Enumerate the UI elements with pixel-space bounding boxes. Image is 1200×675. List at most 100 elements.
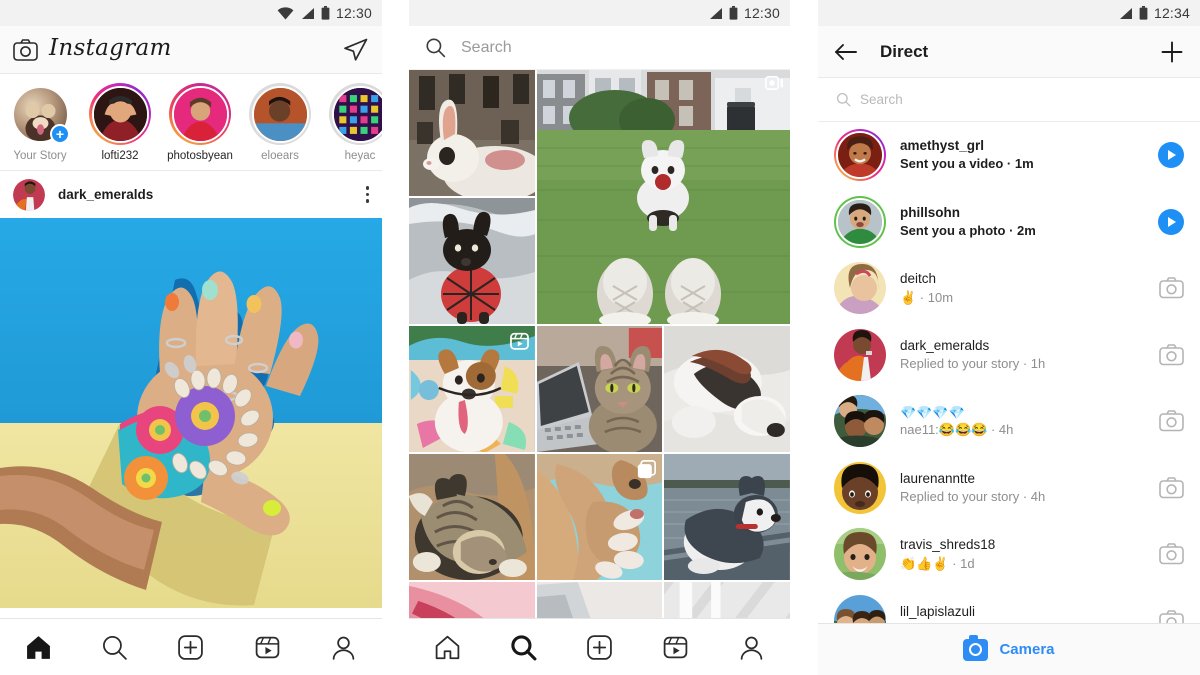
dm-username: deitch: [900, 271, 937, 287]
camera-icon[interactable]: [13, 38, 38, 61]
search-icon: [426, 38, 446, 58]
grid-tile-dog-in-snow[interactable]: [409, 198, 535, 324]
reels-icon[interactable]: [662, 634, 689, 661]
home-icon[interactable]: [434, 634, 461, 661]
dm-search-bar[interactable]: Search: [818, 78, 1200, 122]
camera-button[interactable]: [1159, 277, 1184, 299]
post-username[interactable]: dark_emeralds: [58, 187, 153, 202]
battery-icon: [1139, 6, 1148, 20]
dm-username: lil_lapislazuli: [900, 603, 976, 619]
grid-tile-dog-on-mural[interactable]: [409, 326, 535, 452]
profile-icon[interactable]: [738, 634, 765, 661]
reels-overlay-icon: [509, 332, 529, 355]
avatar-wrap[interactable]: [834, 328, 886, 381]
avatar-wrap[interactable]: [834, 461, 886, 514]
dm-search-input[interactable]: Search: [860, 92, 903, 107]
dm-time: 10m: [927, 289, 954, 305]
story-item[interactable]: + Your Story: [0, 83, 80, 162]
avatar: [251, 85, 309, 143]
dm-preview-text: Replied to your story: [900, 355, 1020, 371]
dm-thread-row[interactable]: dark_emeralds Replied to your story · 1h: [818, 322, 1200, 389]
reels-icon[interactable]: [254, 634, 281, 661]
dm-time: 2m: [1017, 222, 1036, 238]
search-bar[interactable]: Search: [409, 26, 790, 70]
story-label: eloears: [261, 150, 299, 162]
avatar-wrap[interactable]: [834, 262, 886, 315]
bottom-nav-feed[interactable]: [0, 618, 382, 675]
bottom-nav-search[interactable]: [409, 618, 790, 675]
avatar-wrap[interactable]: [834, 395, 886, 448]
story-item[interactable]: eloears: [240, 83, 320, 162]
dm-thread-row[interactable]: laurenanntte Replied to your story · 4h: [818, 455, 1200, 522]
camera-button[interactable]: [1159, 410, 1184, 432]
grid-tile-rabbit-photo[interactable]: [409, 70, 535, 196]
dm-thread-row[interactable]: amethyst_grl Sent you a video · 1m: [818, 122, 1200, 189]
explore-grid-top[interactable]: [409, 70, 790, 324]
avatar: [171, 85, 229, 143]
instagram-wordmark: Instagram: [49, 35, 172, 61]
search-icon[interactable]: [101, 634, 128, 661]
camera-button[interactable]: [1159, 343, 1184, 366]
grid-tile-dog-on-blue-blanket[interactable]: [536, 454, 663, 580]
grid-tile-cat-with-laptop[interactable]: [536, 326, 663, 452]
camera-button[interactable]: [1159, 543, 1184, 565]
story-item[interactable]: heyac: [320, 83, 382, 162]
story-ring[interactable]: [834, 195, 886, 248]
new-message-icon[interactable]: [1160, 40, 1184, 64]
page-title: Direct: [880, 41, 929, 61]
grid-tile-dog-on-white-bed[interactable]: [664, 326, 790, 452]
dm-time: 1h: [1030, 355, 1046, 371]
dm-preview: 👏👍✌️ · 1d: [900, 555, 1145, 573]
post-avatar[interactable]: [13, 178, 45, 211]
dm-dot: ·: [916, 289, 928, 305]
status-bar-direct: 12:34: [818, 0, 1200, 26]
back-arrow-icon[interactable]: [834, 42, 858, 62]
add-post-icon[interactable]: [177, 634, 204, 661]
search-input[interactable]: Search: [461, 39, 512, 57]
play-button[interactable]: [1158, 208, 1184, 235]
post-image[interactable]: [0, 218, 382, 608]
more-options-icon[interactable]: [365, 186, 369, 203]
avatar-wrap[interactable]: [834, 528, 886, 581]
story-item[interactable]: lofti232: [80, 83, 160, 162]
home-icon[interactable]: [25, 634, 52, 661]
dm-preview: Replied to your story · 4h: [900, 488, 1145, 506]
camera-button[interactable]: [1159, 476, 1184, 499]
story-ring: +: [9, 83, 71, 145]
play-button[interactable]: [1158, 142, 1184, 169]
dm-text-block: phillsohn Sent you a photo · 2m: [900, 204, 1144, 240]
dm-text-block: deitch ✌️ · 10m: [900, 270, 1145, 306]
dm-text-block: dark_emeralds Replied to your story · 1h: [900, 337, 1145, 373]
story-ring[interactable]: [834, 129, 886, 182]
profile-icon[interactable]: [330, 634, 357, 661]
dm-time: 4h: [1030, 488, 1046, 504]
dm-text-block: amethyst_grl Sent you a video · 1m: [900, 137, 1144, 173]
dm-time: 1d: [960, 555, 975, 571]
grid-tile-husky-by-lake[interactable]: [664, 454, 790, 580]
story-ring: [249, 83, 311, 145]
grid-tile-cats-cuddling[interactable]: [409, 454, 535, 580]
dm-emoji: 👏👍✌️: [900, 555, 949, 571]
search-icon[interactable]: [510, 634, 537, 661]
camera-bar[interactable]: Camera: [818, 623, 1200, 675]
dm-top-emoji: 💎💎💎💎: [900, 404, 965, 420]
dm-thread-row[interactable]: travis_shreds18 👏👍✌️ · 1d: [818, 521, 1200, 588]
status-time: 12:34: [1153, 5, 1190, 21]
stories-tray[interactable]: + Your Story lofti232 photosbyean eloear…: [0, 74, 382, 171]
dm-thread-row[interactable]: deitch ✌️ · 10m: [818, 255, 1200, 322]
paper-plane-icon[interactable]: [342, 36, 369, 63]
avatar: [836, 197, 884, 246]
status-time: 12:30: [335, 5, 372, 21]
avatar: [836, 131, 884, 180]
dm-thread-row[interactable]: 💎💎💎💎 nae11:😂😂😂 · 4h: [818, 388, 1200, 455]
story-label: Your Story: [13, 150, 67, 162]
add-story-badge[interactable]: +: [50, 124, 70, 144]
grid-tile-dog-running-grass[interactable]: [537, 70, 790, 324]
dm-thread-row[interactable]: phillsohn Sent you a photo · 2m: [818, 189, 1200, 256]
instagram-header: Instagram: [0, 26, 382, 74]
signal-icon: [1119, 7, 1132, 19]
dm-dot: ·: [987, 422, 999, 438]
dm-dot: ·: [948, 555, 961, 571]
story-item[interactable]: photosbyean: [160, 83, 240, 162]
add-post-icon[interactable]: [586, 634, 613, 661]
